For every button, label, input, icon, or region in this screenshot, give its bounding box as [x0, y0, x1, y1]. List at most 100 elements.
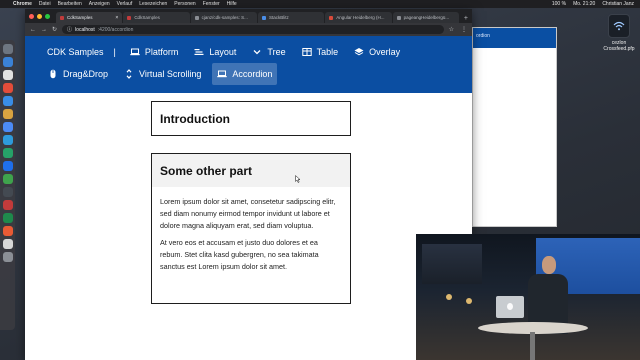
nav-item-table[interactable]: Table [297, 41, 344, 63]
browser-tab[interactable]: CdkSamples × [56, 12, 123, 23]
brand-title: CDK Samples [47, 47, 104, 57]
vscode-icon[interactable] [2, 161, 13, 171]
table-leg [530, 332, 535, 360]
app-navbar: CDK Samples | Platform Layout Tree Table… [25, 36, 472, 93]
nav-item-label: Layout [209, 47, 237, 57]
browser-tab[interactable]: StackBlitz [257, 12, 325, 23]
minimize-window-button[interactable] [37, 13, 42, 19]
nav-item-tree[interactable]: Tree [247, 41, 290, 63]
nav-item-platform[interactable]: Platform [125, 41, 184, 63]
accordion-item-other-part: Some other part Lorem ipsum dolor sit am… [151, 153, 351, 304]
menu-app-name[interactable]: Chrome [13, 1, 32, 7]
app-icon[interactable] [2, 200, 13, 210]
menu-item-history[interactable]: Verlauf [117, 1, 133, 7]
presenter-head [542, 256, 556, 274]
menu-clock[interactable]: Mo. 21:20 [573, 1, 595, 7]
app-icon[interactable] [2, 213, 13, 223]
accordion-paragraph: At vero eos et accusam et justo duo dolo… [160, 238, 319, 271]
address-bar[interactable]: ⓘ localhost:4200/accordion [62, 25, 444, 34]
menu-item-edit[interactable]: Bearbeiten [58, 1, 82, 7]
menu-item-help[interactable]: Hilfe [227, 1, 237, 7]
app-icon[interactable] [2, 135, 13, 145]
menu-user[interactable]: Christian Janz [602, 1, 634, 7]
window-controls [29, 9, 56, 23]
menu-item-file[interactable]: Datei [39, 1, 51, 7]
nav-item-label: Overlay [369, 47, 401, 57]
page-content: Introduction Some other part Lorem ipsum… [25, 93, 472, 360]
close-tab-icon[interactable]: × [115, 15, 118, 21]
menu-item-bookmarks[interactable]: Lesezeichen [139, 1, 167, 7]
app-icon[interactable] [2, 148, 13, 158]
video-light [466, 298, 472, 304]
tab-label: Angular Heidelberg (H... [336, 15, 385, 20]
reload-icon[interactable]: ↻ [52, 26, 57, 33]
nav-item-dragdrop[interactable]: Drag&Drop [43, 63, 113, 85]
app-icon[interactable] [2, 174, 13, 184]
url-path: :4200/accordion [97, 26, 134, 33]
browser-window: CdkSamples × CdkSamples cjanz/cdk-sample… [25, 9, 472, 360]
accordion-header-other-part[interactable]: Some other part [152, 154, 350, 187]
video-light [446, 294, 452, 300]
close-window-button[interactable] [29, 13, 34, 19]
brand-separator: | [113, 47, 116, 57]
app-icon[interactable] [2, 83, 13, 93]
app-icon[interactable] [2, 109, 13, 119]
more-menu-icon[interactable]: ⋮ [461, 26, 467, 33]
tab-label: CdkSamples [134, 15, 160, 20]
nav-item-layout[interactable]: Layout [189, 41, 241, 63]
app-icon[interactable] [2, 226, 13, 236]
wifi-file-icon[interactable] [608, 14, 630, 38]
launchpad-icon[interactable] [2, 57, 13, 67]
accordion-header-introduction[interactable]: Introduction [152, 102, 350, 135]
menu-item-window[interactable]: Fenster [203, 1, 220, 7]
angular-favicon-icon [127, 15, 132, 20]
video-window [422, 244, 482, 284]
menu-item-view[interactable]: Anzeigen [89, 1, 110, 7]
new-tab-button[interactable]: + [460, 15, 472, 23]
background-window-nav: ordion [473, 28, 556, 48]
stackblitz-favicon-icon [261, 15, 266, 20]
tab-label: pageangHeidelbergü... [403, 15, 450, 20]
chrome-dock-icon[interactable] [2, 122, 13, 132]
nav-item-virtual-scrolling[interactable]: Virtual Scrolling [119, 63, 206, 85]
github-favicon-icon [194, 15, 199, 20]
dock [0, 40, 15, 330]
nav-item-label: Tree [267, 47, 286, 57]
tab-strip: CdkSamples × CdkSamples cjanz/cdk-sample… [25, 9, 472, 23]
browser-tab[interactable]: pageangHeidelbergü... [392, 12, 459, 23]
table-icon [301, 48, 312, 56]
browser-tab[interactable]: Angular Heidelberg (H... [325, 12, 392, 23]
browser-toolbar: ← → ↻ ⓘ localhost:4200/accordion ☆ ⋮ [25, 23, 472, 36]
layers-icon [354, 48, 364, 56]
finder-icon[interactable] [2, 44, 13, 54]
url-host: localhost [75, 26, 95, 33]
back-icon[interactable]: ← [30, 27, 36, 33]
browser-tab[interactable]: CdkSamples [123, 12, 190, 23]
accordion-body: Lorem ipsum dolor sit amet, consetetur s… [152, 187, 350, 273]
laptop-icon [217, 70, 228, 78]
info-icon[interactable]: ⓘ [67, 26, 72, 33]
nav-item-label: Table [316, 47, 339, 57]
star-icon[interactable]: ☆ [449, 26, 454, 33]
mac-menu-bar: Chrome Datei Bearbeiten Anzeigen Verlauf… [0, 0, 640, 8]
app-icon[interactable] [2, 239, 13, 249]
terminal-icon[interactable] [2, 187, 13, 197]
background-browser-window[interactable]: ordion [472, 27, 557, 227]
desktop-file-label: cezlon Crossfeed.pfp [603, 40, 635, 52]
menu-item-people[interactable]: Personen [174, 1, 195, 7]
maximize-window-button[interactable] [45, 13, 50, 19]
battery-status[interactable]: 100 % [552, 1, 566, 7]
app-icon[interactable] [2, 96, 13, 106]
presenter-video-overlay [416, 234, 640, 360]
trash-icon[interactable] [2, 252, 13, 262]
nav-item-label: Accordion [232, 69, 273, 79]
chevron-down-icon [253, 50, 261, 55]
nav-item-accordion[interactable]: Accordion [212, 63, 278, 85]
mouse-icon [50, 69, 56, 79]
forward-icon[interactable]: → [41, 27, 47, 33]
browser-tab[interactable]: cjanz/cdk-samples: S... [190, 12, 257, 23]
brand-link[interactable]: CDK Samples | [43, 41, 121, 63]
app-icon[interactable] [2, 70, 13, 80]
nav-item-overlay[interactable]: Overlay [349, 41, 405, 63]
layout-icon [194, 49, 204, 55]
